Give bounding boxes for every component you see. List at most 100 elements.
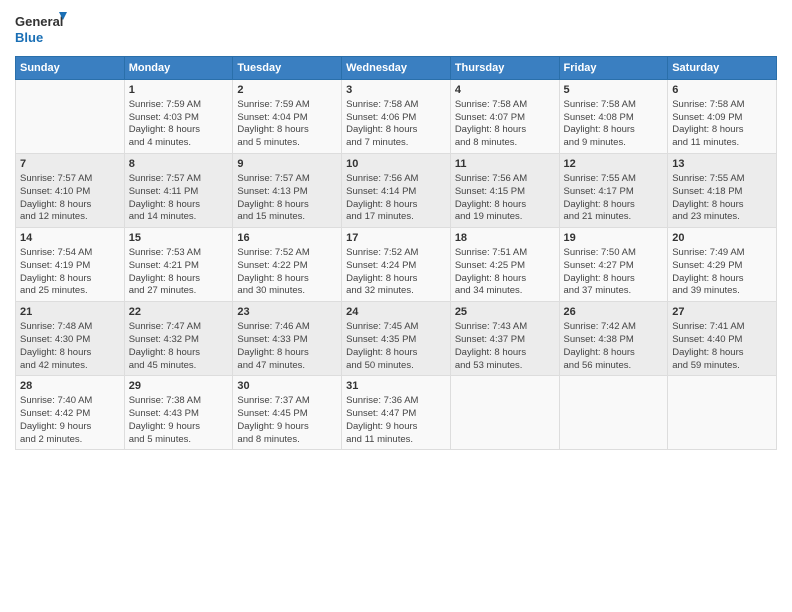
- day-info: Sunrise: 7:55 AMSunset: 4:18 PMDaylight:…: [672, 173, 772, 224]
- col-header-wednesday: Wednesday: [342, 57, 451, 80]
- week-row-2: 7Sunrise: 7:57 AMSunset: 4:10 PMDaylight…: [16, 154, 777, 228]
- day-info: Sunrise: 7:51 AMSunset: 4:25 PMDaylight:…: [455, 247, 555, 298]
- week-row-4: 21Sunrise: 7:48 AMSunset: 4:30 PMDayligh…: [16, 302, 777, 376]
- day-cell: 29Sunrise: 7:38 AMSunset: 4:43 PMDayligh…: [124, 376, 233, 450]
- logo: General Blue: [15, 10, 70, 48]
- col-header-friday: Friday: [559, 57, 668, 80]
- day-info: Sunrise: 7:52 AMSunset: 4:22 PMDaylight:…: [237, 247, 337, 298]
- day-cell: 20Sunrise: 7:49 AMSunset: 4:29 PMDayligh…: [668, 228, 777, 302]
- day-cell: 24Sunrise: 7:45 AMSunset: 4:35 PMDayligh…: [342, 302, 451, 376]
- day-cell: 23Sunrise: 7:46 AMSunset: 4:33 PMDayligh…: [233, 302, 342, 376]
- day-number: 26: [564, 305, 664, 320]
- day-cell: 31Sunrise: 7:36 AMSunset: 4:47 PMDayligh…: [342, 376, 451, 450]
- header-row: SundayMondayTuesdayWednesdayThursdayFrid…: [16, 57, 777, 80]
- day-cell: 14Sunrise: 7:54 AMSunset: 4:19 PMDayligh…: [16, 228, 125, 302]
- day-number: 6: [672, 83, 772, 98]
- day-info: Sunrise: 7:49 AMSunset: 4:29 PMDaylight:…: [672, 247, 772, 298]
- day-cell: 27Sunrise: 7:41 AMSunset: 4:40 PMDayligh…: [668, 302, 777, 376]
- day-number: 28: [20, 379, 120, 394]
- day-info: Sunrise: 7:57 AMSunset: 4:13 PMDaylight:…: [237, 173, 337, 224]
- day-number: 20: [672, 231, 772, 246]
- page-header: General Blue: [15, 10, 777, 48]
- day-info: Sunrise: 7:53 AMSunset: 4:21 PMDaylight:…: [129, 247, 229, 298]
- day-info: Sunrise: 7:41 AMSunset: 4:40 PMDaylight:…: [672, 321, 772, 372]
- day-cell: 3Sunrise: 7:58 AMSunset: 4:06 PMDaylight…: [342, 80, 451, 154]
- day-info: Sunrise: 7:40 AMSunset: 4:42 PMDaylight:…: [20, 395, 120, 446]
- day-number: 14: [20, 231, 120, 246]
- day-cell: 16Sunrise: 7:52 AMSunset: 4:22 PMDayligh…: [233, 228, 342, 302]
- day-cell: 13Sunrise: 7:55 AMSunset: 4:18 PMDayligh…: [668, 154, 777, 228]
- day-number: 27: [672, 305, 772, 320]
- week-row-5: 28Sunrise: 7:40 AMSunset: 4:42 PMDayligh…: [16, 376, 777, 450]
- day-number: 24: [346, 305, 446, 320]
- day-info: Sunrise: 7:42 AMSunset: 4:38 PMDaylight:…: [564, 321, 664, 372]
- day-number: 3: [346, 83, 446, 98]
- day-cell: 1Sunrise: 7:59 AMSunset: 4:03 PMDaylight…: [124, 80, 233, 154]
- day-number: 2: [237, 83, 337, 98]
- day-cell: 17Sunrise: 7:52 AMSunset: 4:24 PMDayligh…: [342, 228, 451, 302]
- day-number: 11: [455, 157, 555, 172]
- day-info: Sunrise: 7:38 AMSunset: 4:43 PMDaylight:…: [129, 395, 229, 446]
- day-info: Sunrise: 7:56 AMSunset: 4:15 PMDaylight:…: [455, 173, 555, 224]
- day-info: Sunrise: 7:59 AMSunset: 4:04 PMDaylight:…: [237, 99, 337, 150]
- day-cell: 2Sunrise: 7:59 AMSunset: 4:04 PMDaylight…: [233, 80, 342, 154]
- day-number: 19: [564, 231, 664, 246]
- day-info: Sunrise: 7:47 AMSunset: 4:32 PMDaylight:…: [129, 321, 229, 372]
- day-number: 16: [237, 231, 337, 246]
- day-number: 4: [455, 83, 555, 98]
- day-cell: 28Sunrise: 7:40 AMSunset: 4:42 PMDayligh…: [16, 376, 125, 450]
- day-number: 15: [129, 231, 229, 246]
- day-info: Sunrise: 7:57 AMSunset: 4:10 PMDaylight:…: [20, 173, 120, 224]
- day-number: 9: [237, 157, 337, 172]
- day-cell: 18Sunrise: 7:51 AMSunset: 4:25 PMDayligh…: [450, 228, 559, 302]
- day-cell: 10Sunrise: 7:56 AMSunset: 4:14 PMDayligh…: [342, 154, 451, 228]
- day-info: Sunrise: 7:36 AMSunset: 4:47 PMDaylight:…: [346, 395, 446, 446]
- day-cell: 22Sunrise: 7:47 AMSunset: 4:32 PMDayligh…: [124, 302, 233, 376]
- day-info: Sunrise: 7:58 AMSunset: 4:06 PMDaylight:…: [346, 99, 446, 150]
- day-number: 29: [129, 379, 229, 394]
- day-info: Sunrise: 7:58 AMSunset: 4:08 PMDaylight:…: [564, 99, 664, 150]
- day-cell: 25Sunrise: 7:43 AMSunset: 4:37 PMDayligh…: [450, 302, 559, 376]
- day-info: Sunrise: 7:55 AMSunset: 4:17 PMDaylight:…: [564, 173, 664, 224]
- day-info: Sunrise: 7:56 AMSunset: 4:14 PMDaylight:…: [346, 173, 446, 224]
- day-info: Sunrise: 7:58 AMSunset: 4:07 PMDaylight:…: [455, 99, 555, 150]
- day-cell: [668, 376, 777, 450]
- day-number: 7: [20, 157, 120, 172]
- day-info: Sunrise: 7:58 AMSunset: 4:09 PMDaylight:…: [672, 99, 772, 150]
- svg-text:General: General: [15, 14, 63, 29]
- day-number: 12: [564, 157, 664, 172]
- day-number: 30: [237, 379, 337, 394]
- day-cell: 30Sunrise: 7:37 AMSunset: 4:45 PMDayligh…: [233, 376, 342, 450]
- day-cell: 7Sunrise: 7:57 AMSunset: 4:10 PMDaylight…: [16, 154, 125, 228]
- day-cell: 4Sunrise: 7:58 AMSunset: 4:07 PMDaylight…: [450, 80, 559, 154]
- day-cell: 11Sunrise: 7:56 AMSunset: 4:15 PMDayligh…: [450, 154, 559, 228]
- day-cell: 19Sunrise: 7:50 AMSunset: 4:27 PMDayligh…: [559, 228, 668, 302]
- calendar-table: SundayMondayTuesdayWednesdayThursdayFrid…: [15, 56, 777, 450]
- week-row-1: 1Sunrise: 7:59 AMSunset: 4:03 PMDaylight…: [16, 80, 777, 154]
- day-number: 5: [564, 83, 664, 98]
- day-number: 8: [129, 157, 229, 172]
- day-info: Sunrise: 7:45 AMSunset: 4:35 PMDaylight:…: [346, 321, 446, 372]
- week-row-3: 14Sunrise: 7:54 AMSunset: 4:19 PMDayligh…: [16, 228, 777, 302]
- col-header-monday: Monday: [124, 57, 233, 80]
- day-cell: 5Sunrise: 7:58 AMSunset: 4:08 PMDaylight…: [559, 80, 668, 154]
- day-number: 18: [455, 231, 555, 246]
- day-number: 31: [346, 379, 446, 394]
- col-header-saturday: Saturday: [668, 57, 777, 80]
- day-number: 25: [455, 305, 555, 320]
- day-number: 17: [346, 231, 446, 246]
- day-info: Sunrise: 7:50 AMSunset: 4:27 PMDaylight:…: [564, 247, 664, 298]
- day-cell: [16, 80, 125, 154]
- day-number: 10: [346, 157, 446, 172]
- day-cell: [559, 376, 668, 450]
- day-cell: 9Sunrise: 7:57 AMSunset: 4:13 PMDaylight…: [233, 154, 342, 228]
- day-cell: 15Sunrise: 7:53 AMSunset: 4:21 PMDayligh…: [124, 228, 233, 302]
- day-number: 1: [129, 83, 229, 98]
- day-cell: [450, 376, 559, 450]
- day-info: Sunrise: 7:46 AMSunset: 4:33 PMDaylight:…: [237, 321, 337, 372]
- day-info: Sunrise: 7:57 AMSunset: 4:11 PMDaylight:…: [129, 173, 229, 224]
- day-info: Sunrise: 7:43 AMSunset: 4:37 PMDaylight:…: [455, 321, 555, 372]
- logo-svg: General Blue: [15, 10, 70, 48]
- day-cell: 12Sunrise: 7:55 AMSunset: 4:17 PMDayligh…: [559, 154, 668, 228]
- day-info: Sunrise: 7:59 AMSunset: 4:03 PMDaylight:…: [129, 99, 229, 150]
